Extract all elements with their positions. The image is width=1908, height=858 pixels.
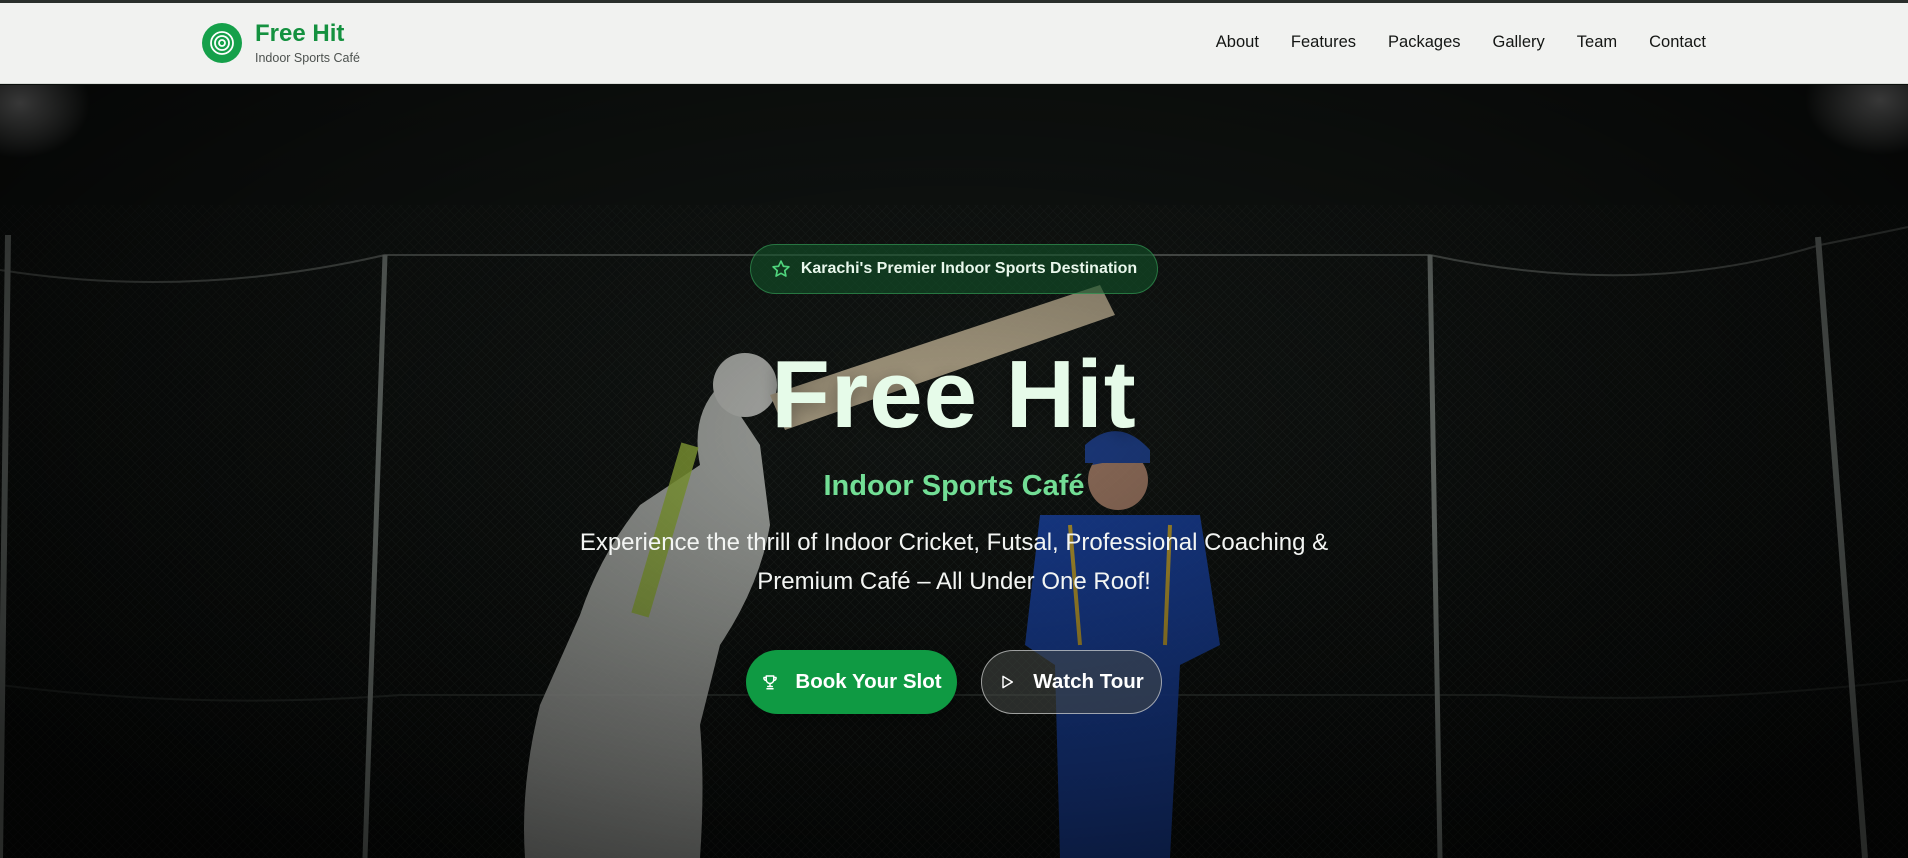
nav-link-about[interactable]: About xyxy=(1216,33,1259,52)
book-slot-label: Book Your Slot xyxy=(795,670,942,693)
brand-tagline: Indoor Sports Café xyxy=(255,51,360,65)
play-icon xyxy=(1002,675,1014,689)
hero-subtitle: Indoor Sports Café xyxy=(823,470,1085,502)
hero-description: Experience the thrill of Indoor Cricket,… xyxy=(579,529,1329,595)
hero-section: Karachi's Premier Indoor Sports Destinat… xyxy=(0,85,1908,858)
nav-link-gallery[interactable]: Gallery xyxy=(1493,33,1545,52)
trophy-icon xyxy=(763,675,778,690)
nav-link-team[interactable]: Team xyxy=(1577,33,1617,52)
book-slot-button[interactable]: Book Your Slot xyxy=(746,650,957,714)
nav-link-features[interactable]: Features xyxy=(1291,33,1356,52)
nav-link-contact[interactable]: Contact xyxy=(1649,33,1706,52)
watch-tour-button[interactable]: Watch Tour xyxy=(981,650,1162,714)
brand[interactable]: Free Hit Indoor Sports Café xyxy=(202,22,360,65)
main-menu: About Features Packages Gallery Team Con… xyxy=(1216,33,1706,52)
brand-name: Free Hit xyxy=(255,20,345,47)
target-icon xyxy=(202,23,242,64)
nav-link-packages[interactable]: Packages xyxy=(1388,33,1460,52)
hero-title: Free Hit xyxy=(771,341,1137,448)
hero-badge: Karachi's Premier Indoor Sports Destinat… xyxy=(750,244,1158,294)
star-icon xyxy=(772,260,790,277)
hero-badge-text: Karachi's Premier Indoor Sports Destinat… xyxy=(800,260,1138,277)
navbar: Free Hit Indoor Sports Café About Featur… xyxy=(0,3,1908,84)
watch-tour-label: Watch Tour xyxy=(1033,670,1144,693)
